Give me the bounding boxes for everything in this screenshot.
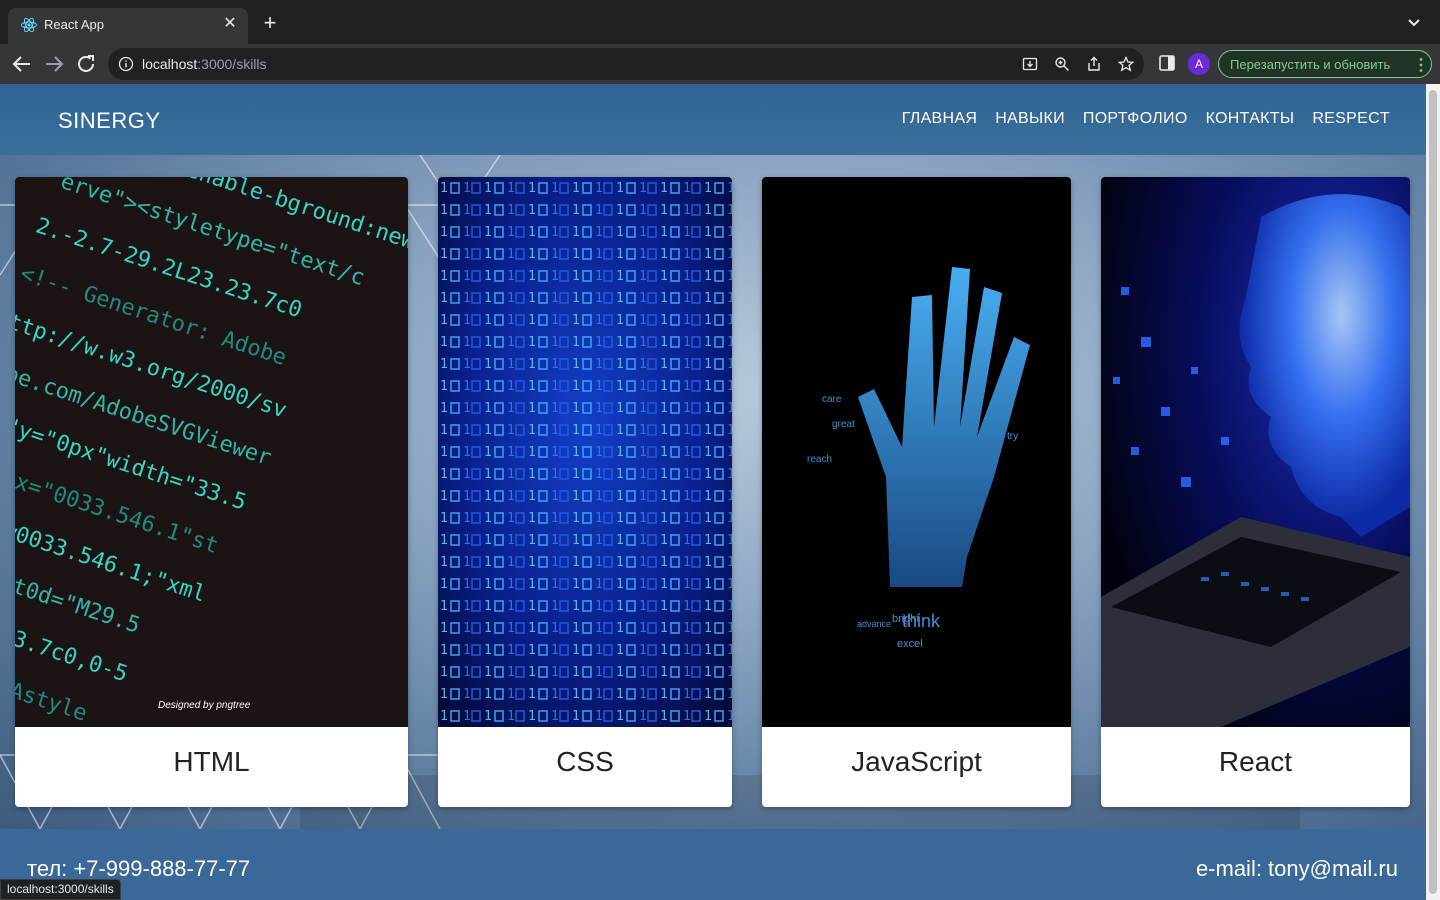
close-icon[interactable]: ✕ (220, 14, 240, 34)
address-bar[interactable]: localhost:3000/skills (108, 48, 1144, 80)
browser-tab[interactable]: React App ✕ (8, 8, 248, 44)
reload-icon[interactable] (74, 52, 98, 76)
code-text-image: 3style="enable-bground:new0 erve"><style… (15, 177, 408, 727)
svg-text:excel: excel (897, 638, 923, 650)
vertical-scrollbar[interactable] (1426, 84, 1440, 900)
svg-text:try: try (1007, 431, 1018, 442)
svg-text:think: think (902, 611, 941, 631)
skills-section: 3style="enable-bground:new0 erve"><style… (0, 155, 1426, 829)
svg-text:advance: advance (857, 619, 891, 629)
relaunch-label: Перезапустить и обновить (1230, 57, 1391, 72)
tab-strip: React App ✕ + (0, 0, 1440, 44)
nav-link-skills[interactable]: НАВЫКИ (995, 110, 1065, 128)
bookmark-star-icon[interactable] (1118, 56, 1134, 72)
nav-link-contacts[interactable]: КОНТАКТЫ (1206, 110, 1295, 128)
page-viewport: SINERGY ГЛАВНАЯ НАВЫКИ ПОРТФОЛИО КОНТАКТ… (0, 84, 1426, 900)
profile-avatar[interactable]: A (1188, 53, 1210, 75)
share-icon[interactable] (1086, 56, 1102, 72)
digital-brain-laptop-image (1101, 177, 1410, 727)
skill-card-javascript[interactable]: care great reach try bright excel think ad… (762, 177, 1071, 807)
scrollbar-thumb[interactable] (1429, 90, 1437, 894)
back-arrow-icon[interactable] (10, 52, 34, 76)
site-logo[interactable]: SINERGY (58, 108, 161, 134)
info-icon[interactable] (118, 56, 134, 72)
url-path: :3000/skills (197, 56, 267, 72)
skill-card-label: HTML (173, 746, 250, 777)
relaunch-update-button[interactable]: Перезапустить и обновить (1218, 50, 1432, 78)
react-icon (21, 17, 37, 33)
skill-card-label: React (1218, 746, 1293, 777)
url-text[interactable]: localhost:3000/skills (142, 56, 267, 72)
svg-text:reach: reach (807, 454, 832, 465)
chevron-down-icon[interactable] (1406, 14, 1422, 30)
skill-card-html[interactable]: 3style="enable-bground:new0 erve"><style… (15, 177, 408, 807)
glowing-hand-image: care great reach try bright excel think ad… (762, 177, 1071, 727)
svg-text:care: care (822, 394, 842, 405)
skill-card-react[interactable]: React (1101, 177, 1410, 807)
browser-toolbar: localhost:3000/skills A Перезапустить и … (0, 44, 1440, 84)
forward-arrow-icon[interactable] (42, 52, 66, 76)
site-header: SINERGY ГЛАВНАЯ НАВЫКИ ПОРТФОЛИО КОНТАКТ… (0, 84, 1426, 155)
nav-link-home[interactable]: ГЛАВНАЯ (902, 110, 978, 128)
skill-card-label: CSS (556, 746, 614, 777)
svg-text:great: great (832, 419, 855, 430)
nav-link-portfolio[interactable]: ПОРТФОЛИО (1083, 110, 1188, 128)
site-footer: тел: +7-999-888-77-77 e-mail: tony@mail.… (0, 829, 1426, 900)
url-host: localhost (142, 56, 198, 72)
zoom-icon[interactable] (1054, 56, 1070, 72)
binary-matrix-image: 1 1 (438, 177, 732, 727)
new-tab-button[interactable]: + (258, 12, 282, 36)
skill-card-label: JavaScript (851, 746, 982, 777)
footer-email[interactable]: e-mail: tony@mail.ru (1196, 856, 1398, 882)
status-url-bubble: localhost:3000/skills (0, 879, 121, 900)
more-vert-icon[interactable] (1419, 57, 1423, 73)
main-nav: ГЛАВНАЯ НАВЫКИ ПОРТФОЛИО КОНТАКТЫ RESPEC… (902, 110, 1390, 128)
skill-card-css[interactable]: 1 1 CSS (438, 177, 732, 807)
nav-link-respect[interactable]: RESPECT (1312, 110, 1390, 128)
pngtree-credit: Designed by pngtree (158, 700, 251, 711)
side-panel-icon[interactable] (1158, 54, 1176, 72)
install-app-icon[interactable] (1022, 56, 1038, 72)
tab-title: React App (44, 17, 104, 32)
